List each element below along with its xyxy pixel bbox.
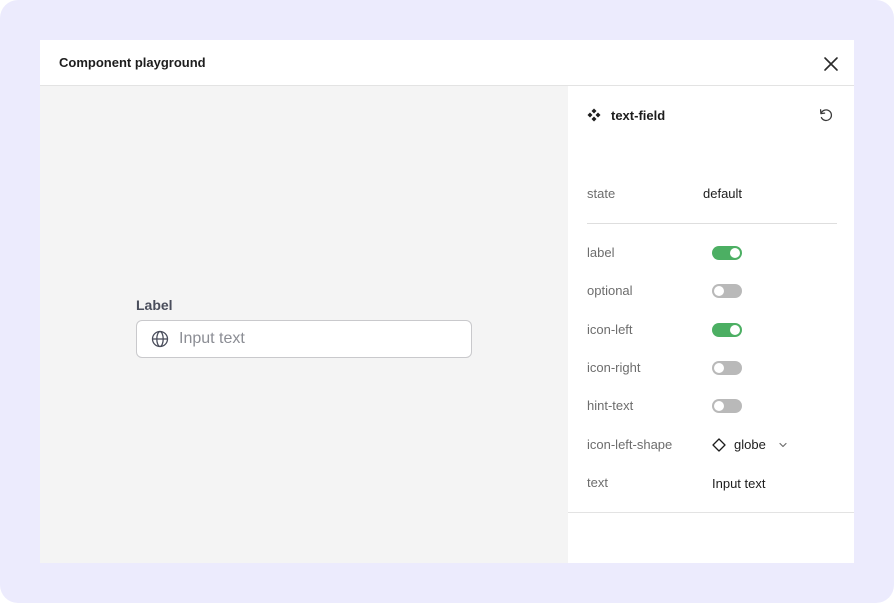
preview-canvas: Label Input text [40,86,568,563]
close-icon [824,57,838,71]
toggle-knob [730,248,740,258]
chevron-down-icon [779,442,787,448]
reset-button[interactable] [818,107,834,123]
state-label: state [587,186,616,201]
toggle-knob [714,401,724,411]
text-input[interactable]: Input text [136,320,472,358]
text-prop-value[interactable]: Input text [712,476,765,491]
optional-prop-label: optional [587,283,633,298]
input-placeholder-text: Input text [179,330,245,347]
icon-left-shape-label: icon-left-shape [587,437,673,452]
label-prop-label: label [587,245,615,260]
properties-panel: text-field state default label optional … [568,86,854,563]
toggle-knob [714,363,724,373]
reset-icon [819,109,833,122]
playground-modal: Component playground Label Input text te… [40,40,854,563]
toggle-knob [714,286,724,296]
label-toggle[interactable] [712,246,742,260]
icon-left-shape-value: globe [734,437,766,452]
icon-right-toggle[interactable] [712,361,742,375]
diamond-icon [712,438,726,452]
icon-right-prop-label: icon-right [587,360,641,375]
state-value[interactable]: default [703,186,742,201]
toggle-knob [730,325,740,335]
component-icon [587,108,601,122]
hint-text-prop-label: hint-text [587,398,634,413]
icon-left-toggle[interactable] [712,323,742,337]
globe-icon [151,330,169,348]
modal-title: Component playground [59,55,206,70]
modal-header: Component playground [40,40,854,86]
optional-toggle[interactable] [712,284,742,298]
component-name: text-field [611,108,666,123]
divider [587,223,837,224]
field-label: Label [136,297,173,313]
icon-left-prop-label: icon-left [587,322,633,337]
panel-divider [568,512,854,513]
text-prop-label: text [587,475,608,490]
icon-left-shape-select[interactable]: globe [712,436,802,454]
close-button[interactable] [820,53,842,75]
hint-text-toggle[interactable] [712,399,742,413]
